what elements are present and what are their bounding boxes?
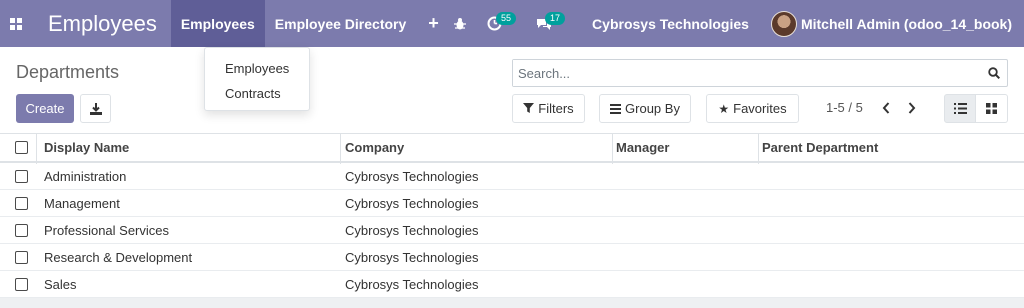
row-checkbox[interactable] bbox=[15, 244, 28, 270]
top-navbar: Employees Employees Employee Directory +… bbox=[0, 0, 1024, 47]
bars-icon bbox=[610, 103, 622, 114]
row-checkbox[interactable] bbox=[15, 271, 28, 297]
search-icon[interactable] bbox=[981, 67, 1007, 79]
table-row[interactable]: Sales Cybrosys Technologies bbox=[0, 271, 1024, 298]
search-input[interactable] bbox=[513, 60, 981, 86]
header-company[interactable]: Company bbox=[345, 134, 404, 161]
row-checkbox[interactable] bbox=[15, 217, 28, 243]
table-row[interactable]: Management Cybrosys Technologies bbox=[0, 190, 1024, 217]
table-row[interactable]: Administration Cybrosys Technologies bbox=[0, 163, 1024, 190]
favorites-button[interactable]: ★ Favorites bbox=[706, 94, 799, 123]
star-icon: ★ bbox=[718, 101, 730, 116]
select-all-checkbox[interactable] bbox=[15, 134, 28, 161]
cell-company: Cybrosys Technologies bbox=[345, 222, 479, 238]
filters-button[interactable]: Filters bbox=[512, 94, 585, 123]
pager-previous-icon[interactable] bbox=[879, 99, 893, 117]
app-title[interactable]: Employees bbox=[32, 0, 171, 47]
header-manager[interactable]: Manager bbox=[616, 134, 669, 161]
search-bar bbox=[512, 59, 1008, 87]
favorites-label: Favorites bbox=[733, 101, 787, 116]
cell-display-name: Professional Services bbox=[44, 222, 169, 238]
apps-menu-icon[interactable] bbox=[0, 0, 32, 47]
avatar bbox=[770, 10, 797, 37]
list-view-icon[interactable] bbox=[944, 94, 976, 123]
pager-next-icon[interactable] bbox=[905, 99, 919, 117]
dropdown-item-employees[interactable]: Employees bbox=[205, 56, 309, 81]
cell-company: Cybrosys Technologies bbox=[345, 195, 479, 211]
group-by-label: Group By bbox=[625, 101, 680, 116]
filter-icon bbox=[523, 103, 535, 113]
create-button[interactable]: Create bbox=[16, 94, 74, 123]
cell-display-name: Administration bbox=[44, 168, 127, 184]
cell-company: Cybrosys Technologies bbox=[345, 168, 479, 184]
row-checkbox[interactable] bbox=[15, 190, 28, 216]
group-by-button[interactable]: Group By bbox=[599, 94, 691, 123]
user-name: Mitchell Admin (odoo_14_book) bbox=[800, 15, 1012, 32]
table-header: Display Name Company Manager Parent Depa… bbox=[0, 133, 1024, 164]
cell-display-name: Sales bbox=[44, 276, 77, 292]
cell-company: Cybrosys Technologies bbox=[345, 249, 479, 265]
filters-label: Filters bbox=[538, 101, 574, 116]
header-parent-department[interactable]: Parent Department bbox=[762, 134, 878, 161]
menu-employee-directory[interactable]: Employee Directory bbox=[265, 0, 417, 47]
menu-employees[interactable]: Employees bbox=[170, 0, 265, 47]
employees-dropdown-menu: Employees Contracts bbox=[204, 47, 310, 111]
header-display-name[interactable]: Display Name bbox=[44, 134, 129, 161]
cell-company: Cybrosys Technologies bbox=[345, 276, 479, 292]
table-row[interactable]: Professional Services Cybrosys Technolog… bbox=[0, 217, 1024, 244]
messages-chat-icon[interactable]: 17 bbox=[526, 0, 576, 47]
kanban-view-icon[interactable] bbox=[976, 94, 1008, 123]
row-checkbox[interactable] bbox=[15, 163, 28, 189]
download-export-button[interactable] bbox=[80, 94, 111, 123]
company-switcher[interactable]: Cybrosys Technologies bbox=[576, 16, 761, 32]
download-icon bbox=[89, 102, 102, 115]
cell-display-name: Research & Development bbox=[44, 249, 193, 265]
cell-display-name: Management bbox=[44, 195, 120, 211]
activity-count-badge: 55 bbox=[496, 12, 517, 25]
user-menu[interactable]: Mitchell Admin (odoo_14_book) bbox=[761, 10, 1024, 37]
message-count-badge: 17 bbox=[545, 12, 566, 25]
dropdown-item-contracts[interactable]: Contracts bbox=[205, 81, 309, 106]
departments-list-table: Display Name Company Manager Parent Depa… bbox=[0, 133, 1024, 308]
debug-bug-icon[interactable] bbox=[443, 0, 477, 47]
table-row[interactable]: Research & Development Cybrosys Technolo… bbox=[0, 244, 1024, 271]
breadcrumb-title: Departments bbox=[16, 62, 120, 82]
activity-clock-icon[interactable]: 55 bbox=[477, 0, 526, 47]
pager-value[interactable]: 1-5 / 5 bbox=[826, 100, 863, 115]
